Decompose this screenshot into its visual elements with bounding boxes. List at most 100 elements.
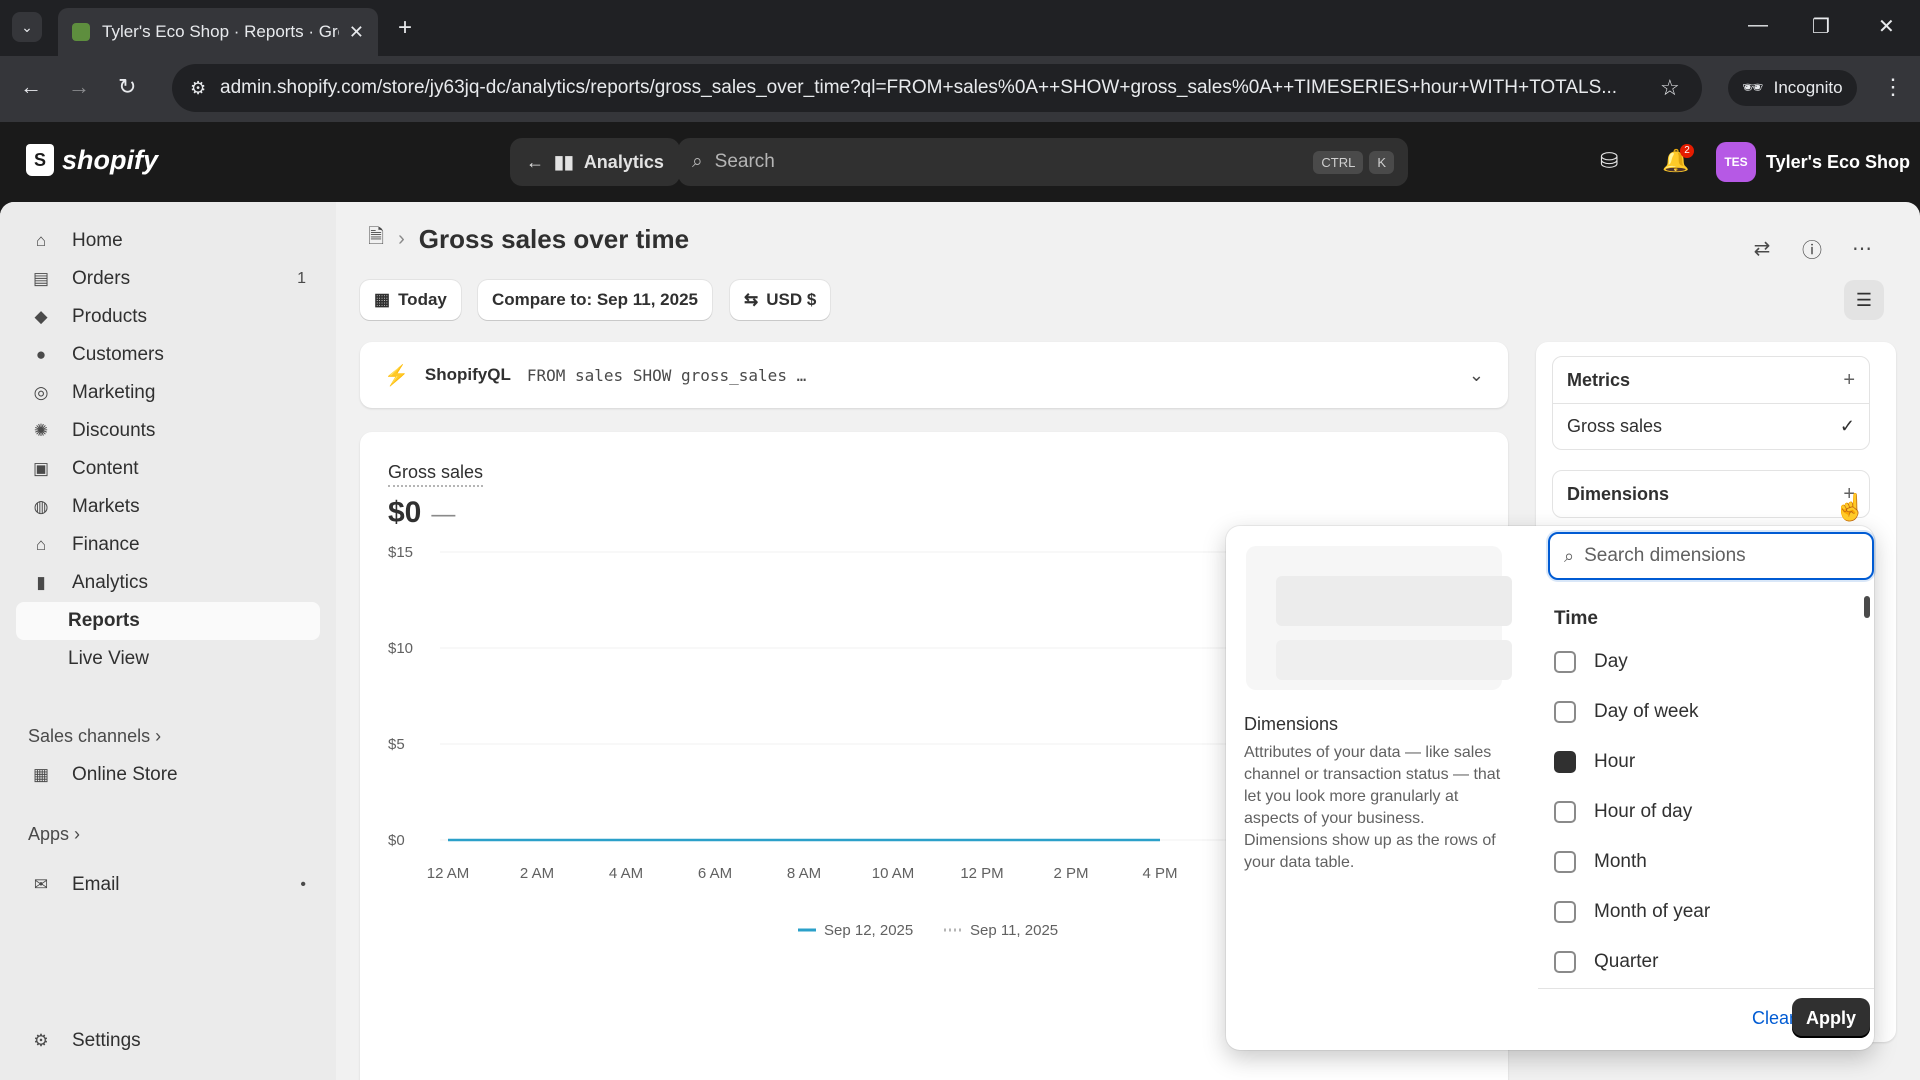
dimension-search-input[interactable]: [1584, 545, 1845, 567]
sidebar-item-marketing[interactable]: ◎ Marketing: [16, 374, 320, 412]
orders-icon: ▤: [32, 269, 50, 288]
sidebar-item-analytics[interactable]: ▮ Analytics: [16, 564, 320, 602]
site-settings-icon[interactable]: ⚙: [190, 78, 220, 99]
sidebar-item-markets[interactable]: ◍ Markets: [16, 488, 320, 526]
sidebar-item-label: Discounts: [72, 420, 156, 441]
metrics-header: Metrics +: [1553, 357, 1869, 403]
bookmark-star-icon[interactable]: ☆: [1660, 75, 1680, 101]
minimize-icon[interactable]: —: [1748, 14, 1768, 37]
checkbox[interactable]: [1554, 851, 1576, 873]
checkmark-icon: ✓: [1839, 416, 1855, 436]
sidebar-item-online-store[interactable]: ▦ Online Store: [16, 756, 320, 794]
currency-button[interactable]: ⇆ USD $: [730, 280, 831, 320]
metric-row-gross-sales[interactable]: Gross sales ✓: [1553, 403, 1869, 449]
option-day-of-week[interactable]: Day of week: [1554, 694, 1854, 730]
sidebar-item-email[interactable]: ✉ Email •: [16, 866, 320, 904]
option-hour-of-day[interactable]: Hour of day: [1554, 794, 1854, 830]
date-range-button[interactable]: ▦ Today: [360, 280, 461, 320]
switch-chart-icon[interactable]: ⇄: [1744, 230, 1780, 266]
info-icon[interactable]: ⓘ: [1794, 230, 1830, 266]
back-icon[interactable]: ←: [20, 74, 42, 100]
tab-search-dropdown[interactable]: ⌄: [12, 12, 42, 42]
tab-title: Tyler's Eco Shop · Reports · Gro: [102, 22, 339, 41]
checkbox[interactable]: [1554, 801, 1576, 823]
dimension-search-field[interactable]: ⌕: [1548, 532, 1874, 580]
sidebar-item-products[interactable]: ◆ Products: [16, 298, 320, 336]
sidebar-item-settings[interactable]: ⚙ Settings: [16, 1022, 320, 1060]
restore-icon[interactable]: ❐: [1812, 14, 1830, 39]
sidebar-item-label: Marketing: [72, 382, 156, 403]
option-month[interactable]: Month: [1554, 844, 1854, 880]
bank-icon: ⌂: [35, 535, 47, 554]
compare-label: Compare to: Sep 11, 2025: [492, 290, 698, 309]
checkbox[interactable]: [1554, 951, 1576, 973]
close-tab-icon[interactable]: ✕: [349, 22, 364, 43]
sidebar-item-label: Markets: [72, 496, 140, 517]
target-icon: ◎: [33, 383, 49, 402]
reload-icon[interactable]: ↻: [118, 74, 136, 100]
orders-count-badge: 1: [297, 270, 306, 287]
x-tick-label: 2 AM: [520, 865, 554, 882]
shopify-logo[interactable]: shopify: [26, 144, 158, 176]
sidebar-item-finance[interactable]: ⌂ Finance: [16, 526, 320, 564]
scroll-thumb[interactable]: [1864, 596, 1870, 618]
add-metric-icon[interactable]: +: [1843, 369, 1855, 392]
option-day[interactable]: Day: [1554, 644, 1854, 680]
sidebar-item-home[interactable]: ⌂ Home: [16, 222, 320, 260]
sidebar-item-label: Email: [72, 874, 120, 895]
inbox-icon[interactable]: ⛁: [1600, 148, 1618, 174]
forward-icon[interactable]: →: [68, 74, 90, 100]
sidebar-item-reports[interactable]: Reports: [16, 602, 320, 640]
option-label: Hour of day: [1594, 801, 1693, 822]
incognito-indicator[interactable]: 🕶 Incognito: [1728, 70, 1857, 106]
sidebar-item-orders[interactable]: ▤ Orders 1: [16, 260, 320, 298]
more-actions-icon[interactable]: ⋯: [1844, 230, 1880, 266]
address-bar[interactable]: ⚙ admin.shopify.com/store/jy63jq-dc/anal…: [172, 64, 1702, 112]
sales-channels-heading[interactable]: Sales channels ›: [28, 726, 161, 747]
page-title: Gross sales over time: [418, 223, 690, 254]
global-search[interactable]: ⌕ Search CTRL K: [678, 138, 1408, 186]
preview-block: [1276, 576, 1512, 626]
date-range-label: Today: [398, 290, 447, 309]
checkbox[interactable]: [1554, 901, 1576, 923]
analytics-back-button[interactable]: ← ▮▮ Analytics: [510, 138, 680, 186]
metric-label: Gross sales: [1567, 416, 1663, 436]
option-quarter[interactable]: Quarter: [1554, 944, 1854, 980]
bar-chart-icon: ▮▮: [554, 151, 574, 172]
apps-heading[interactable]: Apps ›: [28, 824, 80, 845]
x-tick-label: 4 AM: [609, 865, 643, 882]
checkbox[interactable]: [1554, 651, 1576, 673]
option-month-of-year[interactable]: Month of year: [1554, 894, 1854, 930]
browser-tab[interactable]: Tyler's Eco Shop · Reports · Gro ✕: [58, 8, 378, 56]
new-tab-icon[interactable]: +: [398, 14, 412, 42]
compare-button[interactable]: Compare to: Sep 11, 2025: [478, 280, 712, 320]
close-window-icon[interactable]: ✕: [1878, 14, 1895, 39]
sidebar-item-content[interactable]: ▣ Content: [16, 450, 320, 488]
y-tick-label: $0: [388, 832, 405, 849]
checkbox[interactable]: [1554, 701, 1576, 723]
url-text[interactable]: admin.shopify.com/store/jy63jq-dc/analyt…: [220, 77, 1640, 99]
option-label: Hour: [1594, 751, 1636, 772]
sidebar-item-live-view[interactable]: Live View: [16, 640, 320, 678]
chevron-down-icon[interactable]: ⌄: [1469, 365, 1484, 386]
browser-menu-icon[interactable]: ⋮: [1882, 74, 1904, 100]
sidebar-item-customers[interactable]: ● Customers: [16, 336, 320, 374]
x-tick-label: 4 PM: [1142, 865, 1177, 882]
report-doc-icon[interactable]: 🗎: [368, 222, 384, 256]
clear-button[interactable]: Clear: [1752, 1008, 1795, 1029]
apply-button[interactable]: Apply: [1792, 998, 1870, 1038]
shopifyql-editor[interactable]: ⚡ ShopifyQL FROM sales SHOW gross_sales …: [360, 342, 1508, 408]
preview-title: Dimensions: [1244, 714, 1339, 734]
x-tick-label: 10 AM: [872, 865, 915, 882]
option-hour[interactable]: Hour: [1554, 744, 1854, 780]
checkbox-checked[interactable]: [1554, 751, 1576, 773]
sidebar-item-discounts[interactable]: ✺ Discounts: [16, 412, 320, 450]
store-menu[interactable]: TES Tyler's Eco Shop: [1716, 142, 1910, 182]
store-icon: ▦: [32, 765, 50, 784]
breadcrumb-separator-icon: ›: [398, 227, 405, 250]
x-tick-label: 12 PM: [960, 865, 1003, 882]
dimensions-title: Dimensions: [1567, 483, 1670, 504]
popover-scrollbar[interactable]: [1864, 596, 1870, 956]
filter-settings-icon[interactable]: ☰: [1844, 280, 1884, 320]
sidebar-item-label: Finance: [72, 534, 140, 555]
